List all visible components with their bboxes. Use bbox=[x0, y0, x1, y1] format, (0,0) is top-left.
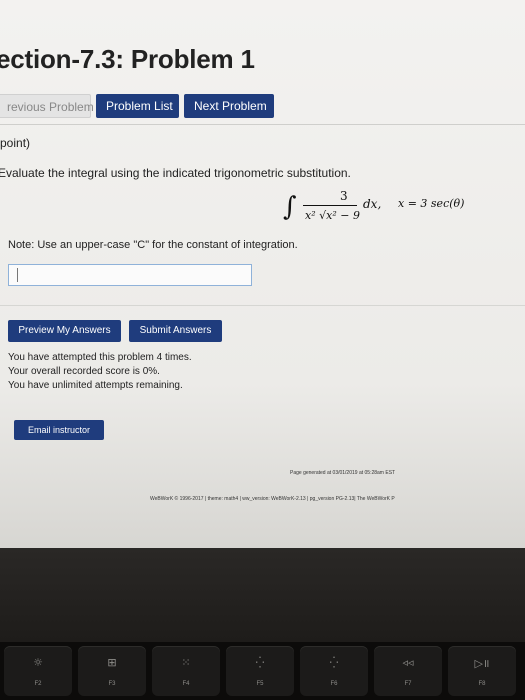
divider bbox=[0, 305, 525, 306]
page-title: ection-7.3: Problem 1 bbox=[0, 44, 255, 74]
score-status: Your overall recorded score is 0%. bbox=[8, 366, 160, 377]
integral-sign: ∫ bbox=[283, 192, 297, 222]
keyboard-light-up-icon: ⁛ bbox=[329, 656, 339, 669]
brightness-up-icon: ☼ bbox=[33, 656, 43, 669]
key-f7[interactable] bbox=[374, 646, 442, 696]
submit-answers-button[interactable]: Submit Answers bbox=[129, 320, 222, 342]
formula-differential: dx, bbox=[363, 197, 382, 211]
key-f4[interactable] bbox=[152, 646, 220, 696]
integration-note: Note: Use an upper-case "C" for the cons… bbox=[8, 239, 298, 251]
remaining-status: You have unlimited attempts remaining. bbox=[8, 380, 183, 391]
preview-answers-button[interactable]: Preview My Answers bbox=[8, 320, 121, 342]
divider bbox=[0, 124, 525, 125]
email-instructor-button[interactable]: Email instructor bbox=[14, 420, 104, 440]
rewind-icon: ◃◃ bbox=[402, 656, 414, 669]
browser-content: ection-7.3: Problem 1 revious Problem Pr… bbox=[0, 0, 525, 548]
formula-substitution: x = 3 sec(θ) bbox=[398, 197, 465, 210]
launchpad-icon: ⁙ bbox=[181, 656, 191, 669]
formula-numerator: 3 bbox=[340, 189, 348, 203]
formula-denominator: x² √x² − 9 bbox=[305, 209, 360, 222]
problem-list-button[interactable]: Problem List bbox=[96, 94, 179, 118]
key-f5[interactable] bbox=[226, 646, 294, 696]
attempts-status: You have attempted this problem 4 times. bbox=[8, 352, 192, 363]
key-label: F3 bbox=[108, 681, 116, 687]
key-label: F7 bbox=[404, 681, 412, 687]
key-f2[interactable] bbox=[4, 646, 72, 696]
key-label: F5 bbox=[256, 681, 264, 687]
key-label: F2 bbox=[34, 681, 42, 687]
fraction-bar bbox=[303, 205, 357, 206]
text-cursor bbox=[17, 268, 18, 282]
key-f8[interactable] bbox=[448, 646, 516, 696]
key-label: F4 bbox=[182, 681, 190, 687]
laptop-bezel bbox=[0, 548, 525, 642]
integral-formula: ∫ 3 x² √x² − 9 dx, x = 3 sec(θ) bbox=[283, 186, 483, 228]
key-f3[interactable] bbox=[78, 646, 146, 696]
mission-control-icon: ⊞ bbox=[107, 656, 117, 669]
keyboard-light-down-icon: ⁛ bbox=[255, 656, 265, 669]
page-generated-time: Page generated at 03/01/2019 at 05:28am … bbox=[290, 470, 396, 476]
next-problem-button[interactable]: Next Problem bbox=[184, 94, 274, 118]
problem-points: point) bbox=[0, 136, 31, 150]
problem-instruction: Evaluate the integral using the indicate… bbox=[0, 166, 351, 180]
webwork-credits: WeBWorK © 1996-2017 | theme: math4 | ww_… bbox=[150, 496, 395, 502]
previous-problem-button[interactable]: revious Problem bbox=[0, 94, 94, 118]
play-pause-icon: ▷॥ bbox=[474, 657, 490, 670]
answer-input[interactable] bbox=[8, 264, 252, 286]
key-f6[interactable] bbox=[300, 646, 368, 696]
key-label: F6 bbox=[330, 681, 338, 687]
key-label: F8 bbox=[478, 681, 486, 687]
